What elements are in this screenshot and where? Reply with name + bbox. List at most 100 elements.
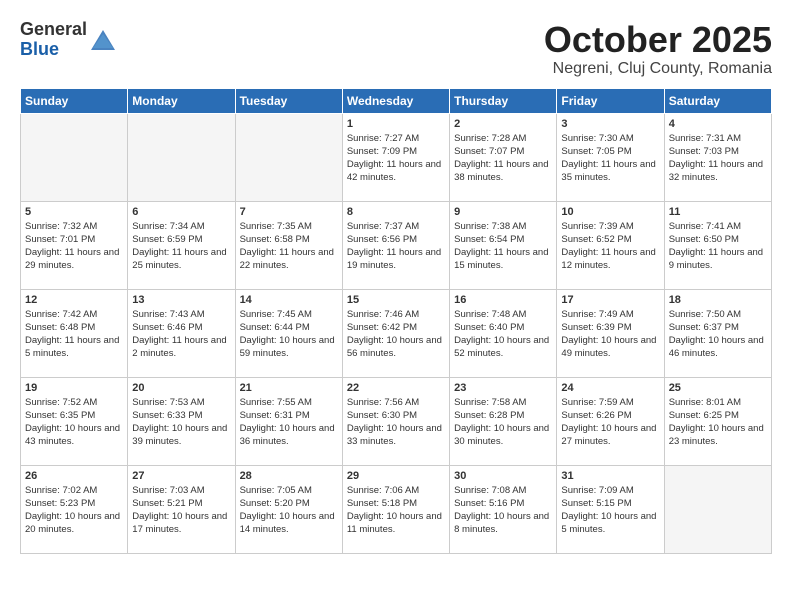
day-content: Sunrise: 7:37 AM Sunset: 6:56 PM Dayligh… (347, 220, 445, 273)
day-number: 26 (25, 470, 123, 482)
day-number: 13 (132, 294, 230, 306)
logo: General Blue (20, 20, 117, 60)
day-content: Sunrise: 7:48 AM Sunset: 6:40 PM Dayligh… (454, 308, 552, 361)
calendar-cell: 11 Sunrise: 7:41 AM Sunset: 6:50 PM Dayli… (664, 201, 771, 289)
calendar-cell: 8 Sunrise: 7:37 AM Sunset: 6:56 PM Daylig… (342, 201, 449, 289)
calendar-cell: 22 Sunrise: 7:56 AM Sunset: 6:30 PM Dayli… (342, 377, 449, 465)
day-number: 3 (561, 118, 659, 130)
day-content: Sunrise: 7:43 AM Sunset: 6:46 PM Dayligh… (132, 308, 230, 361)
weekday-header-thursday: Thursday (450, 88, 557, 113)
calendar-week-row: 12 Sunrise: 7:42 AM Sunset: 6:48 PM Dayli… (21, 289, 772, 377)
calendar-cell: 7 Sunrise: 7:35 AM Sunset: 6:58 PM Daylig… (235, 201, 342, 289)
calendar-cell: 18 Sunrise: 7:50 AM Sunset: 6:37 PM Dayli… (664, 289, 771, 377)
calendar-cell (235, 113, 342, 201)
calendar-cell: 20 Sunrise: 7:53 AM Sunset: 6:33 PM Dayli… (128, 377, 235, 465)
day-content: Sunrise: 7:41 AM Sunset: 6:50 PM Dayligh… (669, 220, 767, 273)
day-number: 29 (347, 470, 445, 482)
calendar-week-row: 19 Sunrise: 7:52 AM Sunset: 6:35 PM Dayli… (21, 377, 772, 465)
day-number: 21 (240, 382, 338, 394)
weekday-header-monday: Monday (128, 88, 235, 113)
calendar-cell: 10 Sunrise: 7:39 AM Sunset: 6:52 PM Dayli… (557, 201, 664, 289)
day-content: Sunrise: 8:01 AM Sunset: 6:25 PM Dayligh… (669, 396, 767, 449)
day-content: Sunrise: 7:38 AM Sunset: 6:54 PM Dayligh… (454, 220, 552, 273)
day-number: 11 (669, 206, 767, 218)
day-number: 17 (561, 294, 659, 306)
day-number: 7 (240, 206, 338, 218)
calendar-cell: 28 Sunrise: 7:05 AM Sunset: 5:20 PM Dayli… (235, 465, 342, 553)
day-number: 23 (454, 382, 552, 394)
day-content: Sunrise: 7:27 AM Sunset: 7:09 PM Dayligh… (347, 132, 445, 185)
day-content: Sunrise: 7:50 AM Sunset: 6:37 PM Dayligh… (669, 308, 767, 361)
day-content: Sunrise: 7:05 AM Sunset: 5:20 PM Dayligh… (240, 484, 338, 537)
calendar-cell: 1 Sunrise: 7:27 AM Sunset: 7:09 PM Daylig… (342, 113, 449, 201)
calendar-cell (664, 465, 771, 553)
day-content: Sunrise: 7:28 AM Sunset: 7:07 PM Dayligh… (454, 132, 552, 185)
day-content: Sunrise: 7:52 AM Sunset: 6:35 PM Dayligh… (25, 396, 123, 449)
day-number: 18 (669, 294, 767, 306)
calendar-cell: 25Sunrise: 8:01 AM Sunset: 6:25 PM Dayli… (664, 377, 771, 465)
calendar-week-row: 1 Sunrise: 7:27 AM Sunset: 7:09 PM Daylig… (21, 113, 772, 201)
logo-icon (89, 26, 117, 54)
day-content: Sunrise: 7:59 AM Sunset: 6:26 PM Dayligh… (561, 396, 659, 449)
day-content: Sunrise: 7:06 AM Sunset: 5:18 PM Dayligh… (347, 484, 445, 537)
day-number: 1 (347, 118, 445, 130)
day-number: 20 (132, 382, 230, 394)
day-content: Sunrise: 7:46 AM Sunset: 6:42 PM Dayligh… (347, 308, 445, 361)
calendar-cell: 26 Sunrise: 7:02 AM Sunset: 5:23 PM Dayli… (21, 465, 128, 553)
calendar-cell: 17 Sunrise: 7:49 AM Sunset: 6:39 PM Dayli… (557, 289, 664, 377)
day-number: 5 (25, 206, 123, 218)
calendar-cell: 14Sunrise: 7:45 AM Sunset: 6:44 PM Dayli… (235, 289, 342, 377)
calendar-table: SundayMondayTuesdayWednesdayThursdayFrid… (20, 88, 772, 554)
day-content: Sunrise: 7:35 AM Sunset: 6:58 PM Dayligh… (240, 220, 338, 273)
calendar-cell: 15 Sunrise: 7:46 AM Sunset: 6:42 PM Dayli… (342, 289, 449, 377)
day-number: 16 (454, 294, 552, 306)
weekday-header-row: SundayMondayTuesdayWednesdayThursdayFrid… (21, 88, 772, 113)
day-content: Sunrise: 7:32 AM Sunset: 7:01 PM Dayligh… (25, 220, 123, 273)
calendar-cell: 21 Sunrise: 7:55 AM Sunset: 6:31 PM Dayli… (235, 377, 342, 465)
calendar-cell: 30Sunrise: 7:08 AM Sunset: 5:16 PM Dayli… (450, 465, 557, 553)
day-content: Sunrise: 7:08 AM Sunset: 5:16 PM Dayligh… (454, 484, 552, 537)
day-content: Sunrise: 7:31 AM Sunset: 7:03 PM Dayligh… (669, 132, 767, 185)
day-content: Sunrise: 7:53 AM Sunset: 6:33 PM Dayligh… (132, 396, 230, 449)
day-number: 15 (347, 294, 445, 306)
day-number: 6 (132, 206, 230, 218)
day-content: Sunrise: 7:03 AM Sunset: 5:21 PM Dayligh… (132, 484, 230, 537)
day-number: 10 (561, 206, 659, 218)
calendar-cell: 27 Sunrise: 7:03 AM Sunset: 5:21 PM Dayli… (128, 465, 235, 553)
calendar-cell: 2Sunrise: 7:28 AM Sunset: 7:07 PM Daylig… (450, 113, 557, 201)
day-content: Sunrise: 7:42 AM Sunset: 6:48 PM Dayligh… (25, 308, 123, 361)
calendar-week-row: 5 Sunrise: 7:32 AM Sunset: 7:01 PM Daylig… (21, 201, 772, 289)
calendar-cell: 19 Sunrise: 7:52 AM Sunset: 6:35 PM Dayli… (21, 377, 128, 465)
day-number: 14 (240, 294, 338, 306)
calendar-cell: 4Sunrise: 7:31 AM Sunset: 7:03 PM Daylig… (664, 113, 771, 201)
location-subtitle: Negreni, Cluj County, Romania (544, 60, 772, 78)
day-content: Sunrise: 7:02 AM Sunset: 5:23 PM Dayligh… (25, 484, 123, 537)
calendar-cell: 6 Sunrise: 7:34 AM Sunset: 6:59 PM Daylig… (128, 201, 235, 289)
weekday-header-wednesday: Wednesday (342, 88, 449, 113)
day-content: Sunrise: 7:55 AM Sunset: 6:31 PM Dayligh… (240, 396, 338, 449)
weekday-header-saturday: Saturday (664, 88, 771, 113)
calendar-cell: 9 Sunrise: 7:38 AM Sunset: 6:54 PM Daylig… (450, 201, 557, 289)
day-number: 27 (132, 470, 230, 482)
day-number: 28 (240, 470, 338, 482)
day-number: 12 (25, 294, 123, 306)
day-content: Sunrise: 7:39 AM Sunset: 6:52 PM Dayligh… (561, 220, 659, 273)
day-number: 8 (347, 206, 445, 218)
logo-general-text: General (20, 20, 87, 40)
day-number: 31 (561, 470, 659, 482)
logo-blue-text: Blue (20, 40, 87, 60)
calendar-cell (128, 113, 235, 201)
day-content: Sunrise: 7:56 AM Sunset: 6:30 PM Dayligh… (347, 396, 445, 449)
day-content: Sunrise: 7:34 AM Sunset: 6:59 PM Dayligh… (132, 220, 230, 273)
calendar-cell (21, 113, 128, 201)
day-content: Sunrise: 7:49 AM Sunset: 6:39 PM Dayligh… (561, 308, 659, 361)
calendar-cell: 31Sunrise: 7:09 AM Sunset: 5:15 PM Dayli… (557, 465, 664, 553)
day-content: Sunrise: 7:30 AM Sunset: 7:05 PM Dayligh… (561, 132, 659, 185)
day-number: 22 (347, 382, 445, 394)
calendar-cell: 12 Sunrise: 7:42 AM Sunset: 6:48 PM Dayli… (21, 289, 128, 377)
calendar-cell: 5 Sunrise: 7:32 AM Sunset: 7:01 PM Daylig… (21, 201, 128, 289)
day-number: 19 (25, 382, 123, 394)
calendar-cell: 24Sunrise: 7:59 AM Sunset: 6:26 PM Dayli… (557, 377, 664, 465)
day-number: 9 (454, 206, 552, 218)
calendar-cell: 16 Sunrise: 7:48 AM Sunset: 6:40 PM Dayli… (450, 289, 557, 377)
